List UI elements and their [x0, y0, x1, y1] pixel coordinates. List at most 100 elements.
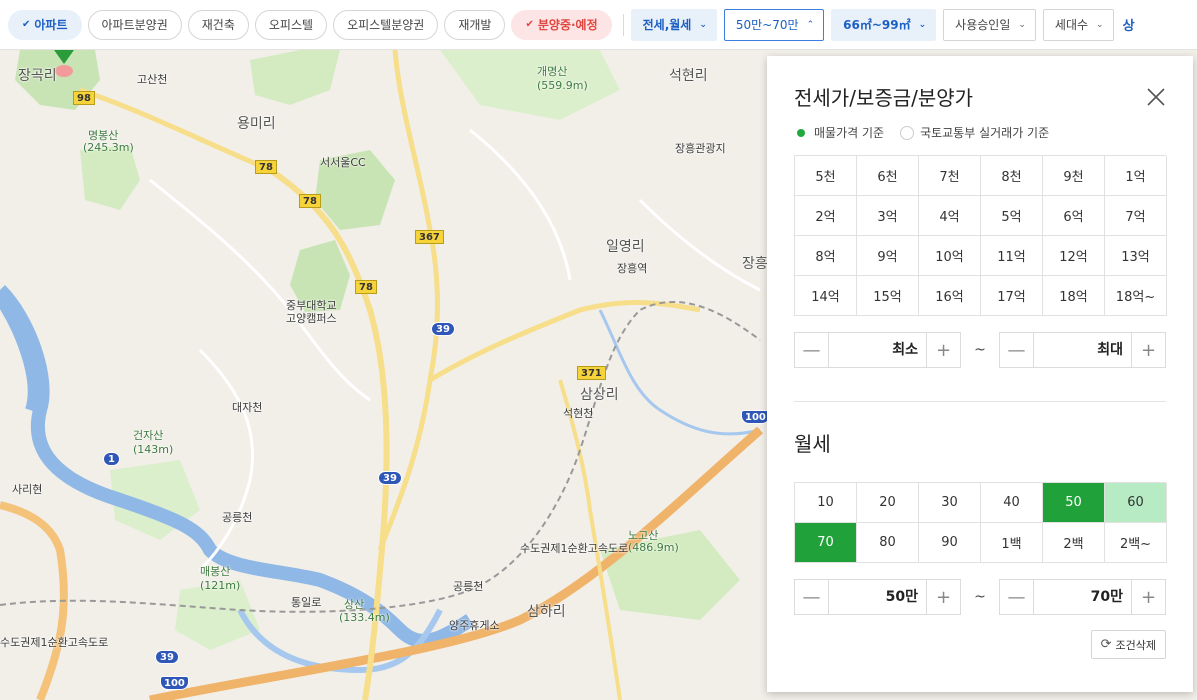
range-separator: ~ [974, 342, 986, 358]
price-min-stepper: — 최소 + [794, 332, 961, 368]
price-option[interactable]: 17억 [981, 276, 1043, 316]
price-max-decrement-button[interactable]: — [1000, 333, 1033, 367]
price-option[interactable]: 3억 [857, 196, 919, 236]
price-min-decrement-button[interactable]: — [795, 333, 828, 367]
map-label: 일영리 [606, 239, 645, 255]
map-label: 통일로 [291, 596, 322, 609]
map-label: 삼하리 [527, 604, 566, 620]
chip-label: 아파트분양권 [101, 18, 168, 32]
chip-0[interactable]: ✔ 아파트 [8, 9, 82, 40]
price-option[interactable]: 5억 [981, 196, 1043, 236]
chip-1[interactable]: 아파트분양권 [87, 9, 182, 40]
price-basis-radios: 매물가격 기준 국토교통부 실거래가 기준 [794, 124, 1165, 141]
dropdown-label: 세대수 [1054, 18, 1089, 32]
price-option[interactable]: 11억 [981, 236, 1043, 276]
chip-4[interactable]: 오피스텔분양권 [333, 9, 439, 40]
price-min-increment-button[interactable]: + [927, 333, 960, 367]
map-label: 장흥 [742, 256, 768, 272]
price-option[interactable]: 8억 [795, 236, 857, 276]
price-option[interactable]: 6억 [1043, 196, 1105, 236]
price-option[interactable]: 5천 [795, 156, 857, 196]
map-label: 공릉천 [222, 511, 253, 524]
map-label: 용미리 [237, 116, 276, 132]
filter-dropdown-1[interactable]: 50만~70만 ⌃ [723, 8, 825, 41]
price-max-value[interactable]: 최대 [1033, 333, 1132, 367]
price-grid: 5천 6천 7천 8천 9천 1억 2억 3억 4억 5억 6억 7억 8억 9억 10억 11억 12억 13억… [794, 155, 1167, 316]
monthly-rent-option[interactable]: 20 [857, 483, 919, 523]
price-option[interactable]: 14억 [795, 276, 857, 316]
price-option[interactable]: 15억 [857, 276, 919, 316]
price-option[interactable]: 9천 [1043, 156, 1105, 196]
monthly-rent-option[interactable]: 80 [857, 523, 919, 563]
chip-label: 재개발 [458, 18, 492, 32]
price-option[interactable]: 8천 [981, 156, 1043, 196]
chip-label: 분양중·예정 [537, 18, 598, 32]
hill-area [440, 50, 620, 120]
monthly-rent-option[interactable]: 2백 [1043, 523, 1105, 563]
price-range-stepper: — 최소 + ~ — 최대 + [794, 332, 1166, 368]
more-filter-cutoff[interactable]: 상 [1123, 15, 1135, 34]
price-option[interactable]: 16억 [919, 276, 981, 316]
map-label: 수도권제1순환고속도로 [520, 542, 629, 555]
map-label: 수도권제1순환고속도로 [0, 636, 109, 649]
price-option[interactable]: 18억~ [1105, 276, 1167, 316]
monthly-rent-option[interactable]: 60 [1105, 483, 1167, 523]
price-option[interactable]: 6천 [857, 156, 919, 196]
route-number-badge: 39 [431, 322, 455, 336]
map-label: 사리현 [12, 483, 43, 496]
monthly-rent-option[interactable]: 1백 [981, 523, 1043, 563]
monthly-rent-option[interactable]: 90 [919, 523, 981, 563]
chevron-down-icon: ⌄ [699, 19, 707, 30]
price-option[interactable]: 4억 [919, 196, 981, 236]
reset-filter-button[interactable]: ⟳ 조건삭제 [1090, 630, 1166, 659]
price-option[interactable]: 12억 [1043, 236, 1105, 276]
chip-2[interactable]: 재건축 [187, 9, 249, 40]
panel-title: 전세가/보증금/분양가 [794, 86, 974, 110]
monthly-min-decrement-button[interactable]: — [795, 580, 828, 614]
monthly-min-increment-button[interactable]: + [927, 580, 960, 614]
monthly-max-value[interactable]: 70만 [1033, 580, 1132, 614]
monthly-max-increment-button[interactable]: + [1132, 580, 1165, 614]
chip-5[interactable]: 재개발 [444, 9, 506, 40]
price-filter-panel: 전세가/보증금/분양가 매물가격 기준 국토교통부 실거래가 기준 5천 6천 7천 8… [767, 56, 1193, 692]
map-label: (121m) [200, 579, 241, 592]
chevron-down-icon: ⌄ [1096, 19, 1104, 30]
price-max-increment-button[interactable]: + [1132, 333, 1165, 367]
price-option[interactable]: 1억 [1105, 156, 1167, 196]
filter-dropdown-4[interactable]: 세대수 ⌄ [1042, 8, 1114, 41]
chip-6[interactable]: ✔ 분양중·예정 [511, 9, 612, 40]
filter-dropdown-2[interactable]: 66㎡~99㎡ ⌄ [831, 8, 937, 41]
price-option[interactable]: 2억 [795, 196, 857, 236]
monthly-rent-option[interactable]: 2백~ [1105, 523, 1167, 563]
filter-dropdown-0[interactable]: 전세,월세 ⌄ [630, 8, 717, 41]
price-option[interactable]: 13억 [1105, 236, 1167, 276]
monthly-rent-option[interactable]: 40 [981, 483, 1043, 523]
refresh-icon: ⟳ [1100, 637, 1112, 652]
check-icon: ✔ [525, 19, 534, 30]
price-option[interactable]: 18억 [1043, 276, 1105, 316]
minor-road [469, 128, 572, 281]
price-basis-radio-0[interactable]: 매물가격 기준 [794, 124, 884, 141]
dropdown-label: 66㎡~99㎡ [843, 18, 911, 32]
price-basis-radio-1[interactable]: 국토교통부 실거래가 기준 [900, 124, 1049, 141]
monthly-min-value[interactable]: 50만 [828, 580, 927, 614]
close-icon[interactable] [1145, 86, 1167, 108]
price-option[interactable]: 9억 [857, 236, 919, 276]
monthly-rent-option[interactable]: 10 [795, 483, 857, 523]
route-number-badge: 78 [255, 160, 277, 174]
map-label: 고산천 [137, 73, 168, 86]
monthly-rent-option[interactable]: 30 [919, 483, 981, 523]
monthly-rent-option[interactable]: 50 [1043, 483, 1105, 523]
price-option[interactable]: 7억 [1105, 196, 1167, 236]
monthly-max-decrement-button[interactable]: — [1000, 580, 1033, 614]
monthly-rent-title: 월세 [794, 432, 831, 456]
chip-3[interactable]: 오피스텔 [254, 9, 328, 40]
price-min-value[interactable]: 최소 [828, 333, 927, 367]
price-option[interactable]: 10억 [919, 236, 981, 276]
monthly-max-stepper: — 70만 + [999, 579, 1166, 615]
chip-label: 오피스텔 [268, 18, 314, 32]
price-option[interactable]: 7천 [919, 156, 981, 196]
route-number-badge: 98 [73, 91, 95, 105]
monthly-rent-option[interactable]: 70 [795, 523, 857, 563]
filter-dropdown-3[interactable]: 사용승인일 ⌄ [943, 8, 1036, 41]
